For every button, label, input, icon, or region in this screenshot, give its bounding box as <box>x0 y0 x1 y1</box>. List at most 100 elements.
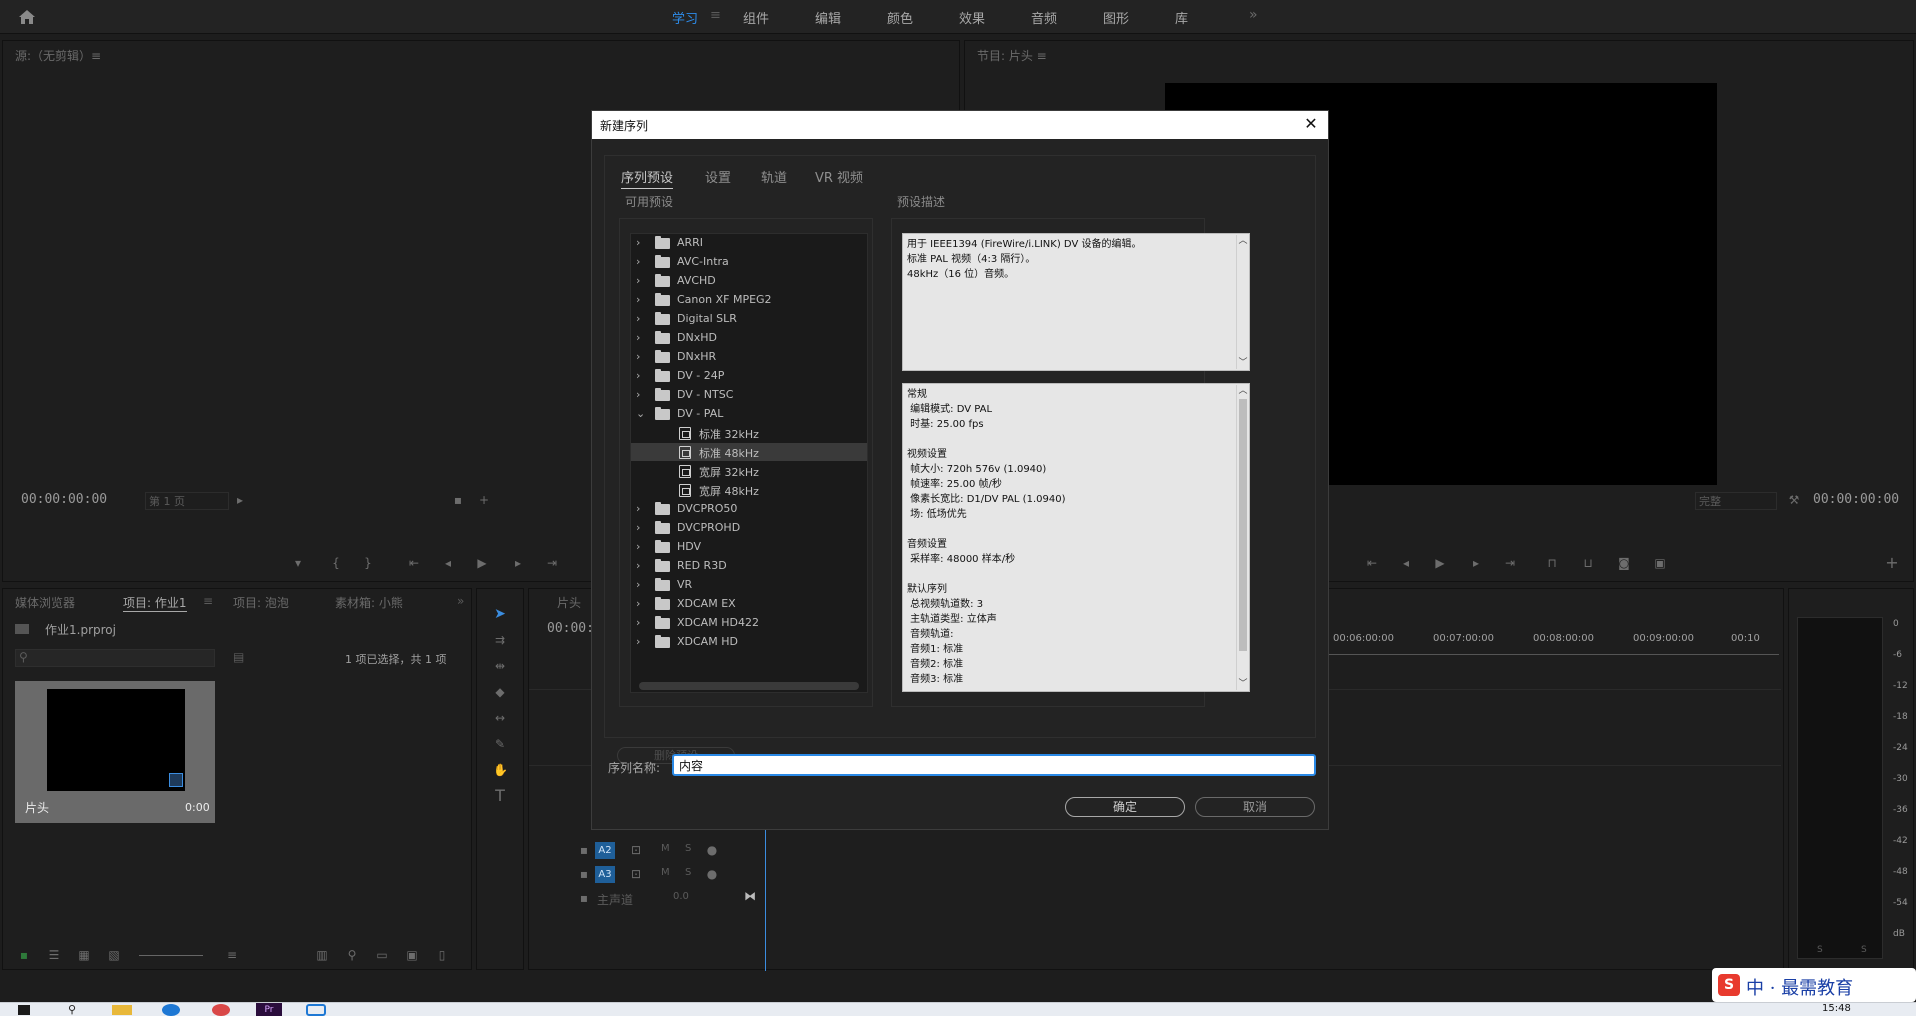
chevron-right-icon[interactable]: › <box>636 633 646 651</box>
chevron-right-icon[interactable]: › <box>636 367 646 385</box>
preset-file-icon <box>679 427 691 440</box>
details-text: 常规 编辑模式: DV PAL 时基: 25.00 fps 视频设置 帧大小: … <box>907 389 1066 685</box>
folder-icon <box>655 293 670 306</box>
preset-folder[interactable]: › AVCHD <box>631 272 867 290</box>
chevron-right-icon[interactable]: › <box>636 291 646 309</box>
chevron-right-icon[interactable]: › <box>636 253 646 271</box>
available-presets-group: › ARRI › AVC-Intra › AVCHD › Canon XF MPEG2 › Dig… <box>619 218 873 707</box>
windows-start-icon[interactable] <box>18 1005 30 1015</box>
app-icon[interactable] <box>306 1004 326 1016</box>
chevron-right-icon[interactable]: › <box>636 576 646 594</box>
preset-item[interactable]: 标准 48kHz <box>631 443 867 461</box>
preset-item[interactable]: 标准 32kHz <box>631 424 867 442</box>
preset-label: AVCHD <box>677 274 716 287</box>
preset-label: DV - PAL <box>677 407 724 420</box>
tab-settings[interactable]: 设置 <box>705 167 731 186</box>
preset-folder[interactable]: ⌄ DV - PAL <box>631 405 867 423</box>
folder-icon <box>655 502 670 515</box>
folder-icon <box>655 350 670 363</box>
folder-icon <box>655 559 670 572</box>
chevron-right-icon[interactable]: › <box>636 310 646 328</box>
horizontal-scrollbar[interactable] <box>639 682 859 690</box>
watermark-banner: S 中 · 最需教育 <box>1712 968 1916 1002</box>
chevron-right-icon[interactable]: › <box>636 386 646 404</box>
preset-label: Digital SLR <box>677 312 737 325</box>
preset-folder[interactable]: › DV - 24P <box>631 367 867 385</box>
tab-vr-video[interactable]: VR 视频 <box>815 167 863 186</box>
preset-folder[interactable]: › Digital SLR <box>631 310 867 328</box>
folder-icon <box>655 274 670 287</box>
preset-folder[interactable]: › AVC-Intra <box>631 253 867 271</box>
chevron-right-icon[interactable]: › <box>636 329 646 347</box>
preset-folder[interactable]: › XDCAM HD422 <box>631 614 867 632</box>
scroll-down-icon[interactable]: ﹀ <box>1237 678 1249 690</box>
preset-folder[interactable]: › RED R3D <box>631 557 867 575</box>
chevron-down-icon[interactable]: ⌄ <box>636 405 646 423</box>
chevron-right-icon[interactable]: › <box>636 500 646 518</box>
preset-label: DNxHR <box>677 350 717 363</box>
system-clock[interactable]: 15:48 <box>1822 1003 1851 1014</box>
preset-label: 标准 48kHz <box>699 447 759 460</box>
ok-button[interactable]: 确定 <box>1065 797 1185 817</box>
folder-icon <box>655 540 670 553</box>
tab-sequence-presets[interactable]: 序列预设 <box>621 167 674 189</box>
preset-label: XDCAM HD <box>677 635 738 648</box>
preset-folder[interactable]: › XDCAM EX <box>631 595 867 613</box>
details-box: 常规 编辑模式: DV PAL 时基: 25.00 fps 视频设置 帧大小: … <box>902 383 1250 692</box>
chevron-right-icon[interactable]: › <box>636 272 646 290</box>
preset-folder[interactable]: › DV - NTSC <box>631 386 867 404</box>
chevron-right-icon[interactable]: › <box>636 538 646 556</box>
preset-item[interactable]: 宽屏 32kHz <box>631 462 867 480</box>
preset-item[interactable]: 宽屏 48kHz <box>631 481 867 499</box>
browser-icon[interactable] <box>212 1004 230 1016</box>
watermark-text: 中 · 最需教育 <box>1746 978 1854 999</box>
description-scrollbar[interactable]: ︿ ﹀ <box>1236 235 1248 369</box>
details-scroll-thumb[interactable] <box>1239 399 1247 651</box>
preset-folder[interactable]: › DNxHD <box>631 329 867 347</box>
folder-icon <box>655 635 670 648</box>
preset-folder[interactable]: › VR <box>631 576 867 594</box>
chevron-right-icon[interactable]: › <box>636 557 646 575</box>
chevron-right-icon[interactable]: › <box>636 348 646 366</box>
details-scrollbar[interactable]: ︿ ﹀ <box>1236 385 1248 690</box>
preset-label: 标准 32kHz <box>699 428 759 441</box>
chevron-right-icon[interactable]: › <box>636 234 646 252</box>
chevron-right-icon[interactable]: › <box>636 595 646 613</box>
preset-folder[interactable]: › ARRI <box>631 234 867 252</box>
preset-folder[interactable]: › DNxHR <box>631 348 867 366</box>
preset-folder[interactable]: › Canon XF MPEG2 <box>631 291 867 309</box>
preset-label: DVCPRO50 <box>677 502 738 515</box>
preset-folder[interactable]: › DVCPROHD <box>631 519 867 537</box>
preset-label: XDCAM HD422 <box>677 616 759 629</box>
cancel-button[interactable]: 取消 <box>1195 797 1315 817</box>
chevron-right-icon[interactable]: › <box>636 614 646 632</box>
taskbar-search-icon[interactable]: ⚲ <box>68 1003 76 1016</box>
edge-icon[interactable] <box>162 1004 180 1016</box>
preset-file-icon <box>679 446 691 459</box>
preset-label: RED R3D <box>677 559 727 572</box>
scroll-up-icon[interactable]: ︿ <box>1237 235 1249 247</box>
file-explorer-icon[interactable] <box>112 1005 132 1015</box>
preset-label: XDCAM EX <box>677 597 736 610</box>
scroll-up-icon[interactable]: ︿ <box>1237 385 1249 397</box>
chevron-right-icon[interactable]: › <box>636 519 646 537</box>
preset-label: AVC-Intra <box>677 255 729 268</box>
folder-icon <box>655 312 670 325</box>
scroll-down-icon[interactable]: ﹀ <box>1237 357 1249 369</box>
tab-tracks[interactable]: 轨道 <box>761 167 787 186</box>
sequence-name-input[interactable] <box>672 754 1316 776</box>
preset-label: VR <box>677 578 693 591</box>
folder-icon <box>655 407 670 420</box>
preset-folder[interactable]: › HDV <box>631 538 867 556</box>
preset-file-icon <box>679 465 691 478</box>
preset-label: 宽屏 48kHz <box>699 485 759 498</box>
preset-description-label: 预设描述 <box>897 195 946 209</box>
close-icon[interactable]: ✕ <box>1302 114 1320 134</box>
preset-folder[interactable]: › XDCAM HD <box>631 633 867 651</box>
preset-file-icon <box>679 484 691 497</box>
preset-label: DVCPROHD <box>677 521 741 534</box>
folder-icon <box>655 388 670 401</box>
preset-folder[interactable]: › DVCPRO50 <box>631 500 867 518</box>
preset-description-group: 用于 IEEE1394 (FireWire/i.LINK) DV 设备的编辑。 … <box>891 218 1250 707</box>
premiere-pro-icon[interactable]: Pr <box>256 1003 282 1016</box>
